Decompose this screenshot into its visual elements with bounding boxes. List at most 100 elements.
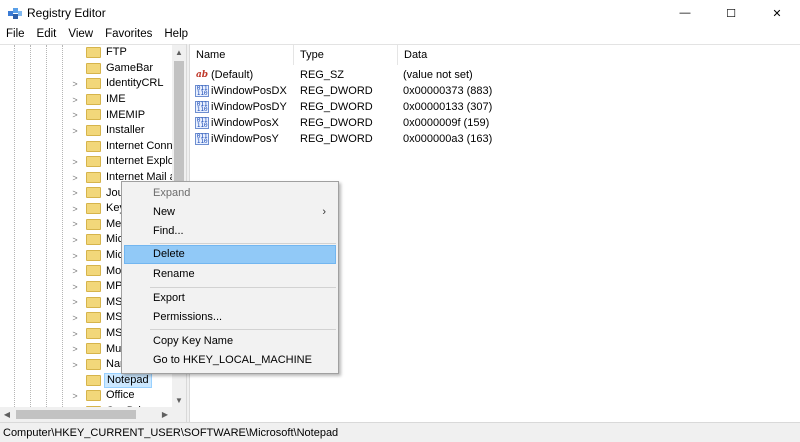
folder-icon <box>86 312 101 324</box>
expand-chevron-icon[interactable]: > <box>70 264 80 279</box>
expand-chevron-icon[interactable]: > <box>70 76 80 91</box>
folder-icon <box>86 359 101 370</box>
menu-edit[interactable]: Edit <box>31 26 63 44</box>
submenu-arrow-icon: › <box>322 206 326 218</box>
context-menu-copy-key-name[interactable]: Copy Key Name <box>124 332 336 351</box>
value-data: 0x0000009f (159) <box>403 117 490 129</box>
context-menu-goto-hklm[interactable]: Go to HKEY_LOCAL_MACHINE <box>124 351 336 370</box>
expand-chevron-icon[interactable] <box>70 139 80 154</box>
expand-chevron-icon[interactable]: > <box>70 92 80 107</box>
value-data: 0x000000a3 (163) <box>403 133 493 145</box>
maximize-icon: ☐ <box>726 7 736 20</box>
context-menu-new[interactable]: New › <box>124 203 336 222</box>
folder-icon <box>86 249 101 261</box>
tree-item[interactable]: > Office <box>0 388 172 404</box>
expand-chevron-icon[interactable]: > <box>70 154 80 169</box>
value-row[interactable]: 011 110 iWindowPosDY REG_DWORD 0x00000133 (… <box>190 99 800 115</box>
value-name: iWindowPosDX <box>211 85 287 97</box>
expand-chevron-icon[interactable]: > <box>70 357 80 372</box>
status-path: Computer\HKEY_CURRENT_USER\SOFTWARE\Micr… <box>3 427 339 439</box>
registry-editor-icon <box>8 8 22 19</box>
folder-icon <box>86 203 101 214</box>
expand-chevron-icon[interactable]: > <box>70 108 80 123</box>
maximize-button[interactable]: ☐ <box>708 0 754 26</box>
scroll-right-icon[interactable]: ▶ <box>158 407 172 422</box>
expand-chevron-icon[interactable]: > <box>70 217 80 232</box>
menu-separator <box>150 287 336 288</box>
dword-value-icon: 011 110 <box>195 100 209 113</box>
menu-view[interactable]: View <box>62 26 99 44</box>
folder-icon <box>86 374 101 386</box>
folder-icon <box>86 343 101 355</box>
folder-icon <box>86 140 101 152</box>
folder-icon <box>86 265 101 277</box>
menu-favorites[interactable]: Favorites <box>99 26 158 44</box>
column-header-name[interactable]: Name <box>190 45 294 65</box>
expand-chevron-icon[interactable]: > <box>70 232 80 247</box>
value-row[interactable]: 011 110 iWindowPosX REG_DWORD 0x0000009f (1… <box>190 115 800 131</box>
folder-icon <box>86 187 101 199</box>
expand-chevron-icon[interactable] <box>70 45 80 60</box>
tree-item[interactable]: > IME <box>0 92 172 108</box>
value-row[interactable]: 011 110 iWindowPosDX REG_DWORD 0x00000373 (… <box>190 83 800 99</box>
expand-chevron-icon[interactable]: > <box>70 170 80 185</box>
column-header-data[interactable]: Data <box>398 45 800 65</box>
tree-item[interactable]: > Installer <box>0 123 172 139</box>
dword-value-icon: 011 110 <box>195 84 209 97</box>
scroll-left-icon[interactable]: ◀ <box>0 407 14 422</box>
expand-chevron-icon[interactable]: > <box>70 326 80 341</box>
tree-item[interactable]: > IdentityCRL <box>0 76 172 92</box>
expand-chevron-icon[interactable]: > <box>70 201 80 216</box>
tree-item-label: IME <box>106 93 126 106</box>
context-menu-find[interactable]: Find... <box>124 222 336 241</box>
value-data: 0x00000373 (883) <box>403 85 493 97</box>
folder-icon <box>86 125 101 136</box>
tree-item-label: IdentityCRL <box>106 77 164 90</box>
menu-file[interactable]: File <box>0 26 31 44</box>
value-name: (Default) <box>211 69 254 81</box>
tree-item[interactable]: > IMEMIP <box>0 107 172 123</box>
scroll-up-icon[interactable]: ▲ <box>172 45 186 59</box>
folder-icon <box>86 156 101 168</box>
folder-icon <box>86 218 101 230</box>
folder-icon <box>86 281 101 292</box>
tree-item[interactable]: > Internet Explor <box>0 154 172 170</box>
expand-chevron-icon[interactable]: > <box>70 295 80 310</box>
context-menu-delete[interactable]: Delete <box>124 245 336 264</box>
tree-item[interactable]: FTP <box>0 45 172 61</box>
expand-chevron-icon[interactable]: > <box>70 123 80 138</box>
expand-chevron-icon[interactable] <box>70 61 80 76</box>
expand-chevron-icon[interactable] <box>70 373 80 388</box>
expand-chevron-icon[interactable]: > <box>70 388 80 403</box>
tree-item[interactable]: GameBar <box>0 61 172 77</box>
value-data: 0x00000133 (307) <box>403 101 493 113</box>
tree-item[interactable]: Notepad <box>0 372 172 389</box>
menu-help[interactable]: Help <box>158 26 194 44</box>
expand-chevron-icon[interactable]: > <box>70 248 80 263</box>
close-icon: ✕ <box>772 7 782 20</box>
minimize-button[interactable]: — <box>662 0 708 26</box>
context-menu-permissions[interactable]: Permissions... <box>124 308 336 327</box>
context-menu-expand[interactable]: Expand <box>124 184 336 203</box>
expand-chevron-icon[interactable]: > <box>70 342 80 357</box>
close-button[interactable]: ✕ <box>754 0 800 26</box>
tree-horizontal-scrollbar[interactable]: ◀ ▶ <box>0 407 186 422</box>
scroll-down-icon[interactable]: ▼ <box>172 393 186 407</box>
value-row[interactable]: ab (Default) REG_SZ (value not set) <box>190 67 800 83</box>
folder-icon <box>86 171 101 183</box>
string-value-icon: ab <box>195 70 209 80</box>
value-type: REG_DWORD <box>300 117 373 129</box>
expand-chevron-icon[interactable]: > <box>70 310 80 325</box>
value-data: (value not set) <box>403 69 473 81</box>
folder-icon <box>86 390 101 402</box>
expand-chevron-icon[interactable]: > <box>70 279 80 294</box>
context-menu-export[interactable]: Export <box>124 289 336 308</box>
context-menu-rename[interactable]: Rename <box>124 265 336 284</box>
value-row[interactable]: 011 110 iWindowPosY REG_DWORD 0x000000a3 (1… <box>190 131 800 147</box>
column-header-type[interactable]: Type <box>294 45 398 65</box>
scroll-thumb[interactable] <box>16 410 136 419</box>
expand-chevron-icon[interactable]: > <box>70 186 80 201</box>
tree-item[interactable]: Internet Conne <box>0 139 172 155</box>
tree-item-label: Notepad <box>104 372 152 388</box>
folder-icon <box>86 234 101 246</box>
